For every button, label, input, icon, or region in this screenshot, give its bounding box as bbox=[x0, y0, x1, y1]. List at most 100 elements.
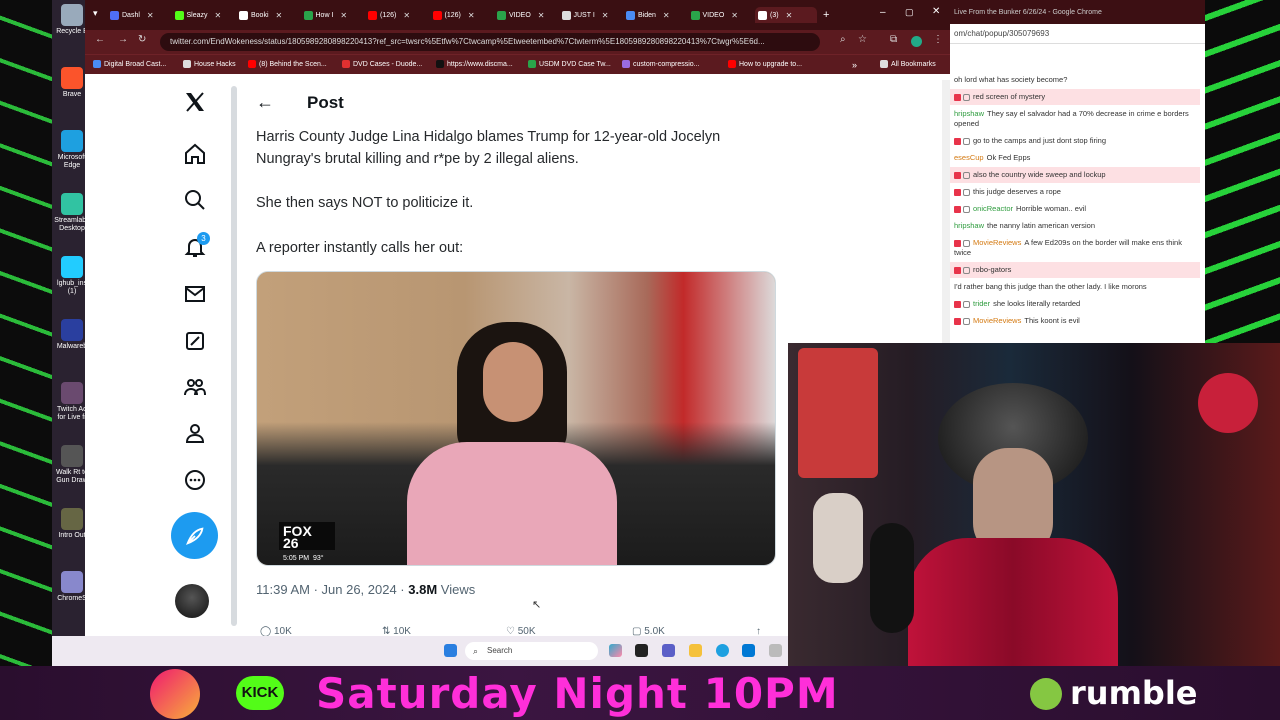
sidebar-divider bbox=[231, 86, 237, 626]
new-tab-button[interactable]: + bbox=[823, 7, 829, 23]
copilot-icon[interactable] bbox=[609, 644, 622, 657]
close-tab-icon[interactable]: ✕ bbox=[403, 11, 410, 20]
kick-logo: KICK bbox=[236, 676, 284, 710]
tab-menu-icon[interactable]: ▾ bbox=[93, 8, 98, 19]
post-timestamp[interactable]: 11:39 AM · Jun 26, 2024 · bbox=[256, 582, 408, 597]
folder-icon bbox=[880, 60, 888, 68]
bookmark-item[interactable]: custom-compressio... bbox=[622, 60, 700, 68]
minimize-icon[interactable]: – bbox=[880, 7, 886, 18]
bookmark-star-icon[interactable]: ☆ bbox=[858, 34, 867, 45]
more-icon[interactable] bbox=[177, 462, 213, 498]
chat-username[interactable]: esesCup bbox=[954, 153, 984, 162]
account-avatar[interactable] bbox=[175, 584, 209, 618]
bookmark-favicon-icon bbox=[622, 60, 630, 68]
chat-message-text: This koont is evil bbox=[1024, 316, 1080, 325]
browser-tab[interactable]: JUST I ✕ bbox=[561, 7, 624, 23]
bookmark-label: DVD Cases - Duode... bbox=[353, 60, 423, 68]
chat-message: hripshaw They say el salvador had a 70% d… bbox=[950, 106, 1200, 132]
close-tab-icon[interactable]: ✕ bbox=[663, 11, 670, 20]
taskbar-search[interactable]: ⌕ Search bbox=[465, 642, 598, 660]
chat-username[interactable]: onicReactor bbox=[973, 204, 1013, 213]
extensions-icon[interactable]: ⧉ bbox=[890, 34, 897, 45]
grok-icon[interactable] bbox=[177, 323, 213, 359]
close-window-icon[interactable]: ✕ bbox=[932, 6, 940, 17]
close-tab-icon[interactable]: ✕ bbox=[538, 11, 545, 20]
fox26-logo: FOX 26 5:05 PM 93° bbox=[279, 522, 335, 562]
reload-icon[interactable]: ↻ bbox=[138, 34, 146, 45]
desktop-icon-label: Intro Out bbox=[58, 532, 86, 539]
start-icon[interactable] bbox=[444, 644, 457, 657]
bookmark-item[interactable]: House Hacks bbox=[183, 60, 236, 68]
close-tab-icon[interactable]: ✕ bbox=[731, 11, 738, 20]
profile-avatar[interactable] bbox=[911, 36, 922, 47]
x-logo-icon[interactable] bbox=[177, 84, 213, 120]
tab-label: (126) bbox=[380, 11, 397, 19]
browser-menu-icon[interactable]: ⋮ bbox=[933, 34, 943, 45]
tab-label: VIDEO bbox=[509, 11, 531, 19]
bookmark-item[interactable]: https://www.discma... bbox=[436, 60, 513, 68]
close-tab-icon[interactable]: ✕ bbox=[340, 11, 347, 20]
messages-icon[interactable] bbox=[177, 276, 213, 312]
browser-tab[interactable]: Biden ✕ bbox=[626, 7, 688, 23]
close-tab-icon[interactable]: ✕ bbox=[786, 11, 793, 20]
browser-tab[interactable]: VIDEO ✕ bbox=[690, 7, 753, 23]
chat-username[interactable]: hripshaw bbox=[954, 221, 984, 230]
communities-icon[interactable] bbox=[177, 369, 213, 405]
app-icon[interactable] bbox=[769, 644, 782, 657]
browser-tab[interactable]: (126) ✕ bbox=[368, 7, 430, 23]
chat-message-text: robo-gators bbox=[973, 265, 1012, 274]
zoom-icon[interactable]: ⌕ bbox=[840, 34, 846, 45]
browser-tab[interactable]: Booki ✕ bbox=[239, 7, 301, 23]
all-bookmarks-label: All Bookmarks bbox=[891, 60, 936, 68]
profile-icon[interactable] bbox=[177, 415, 213, 451]
chat-username[interactable]: hripshaw bbox=[954, 109, 984, 118]
post-paragraph: Harris County Judge Lina Hidalgo blames … bbox=[256, 129, 721, 167]
edge-icon[interactable] bbox=[716, 644, 729, 657]
forward-icon[interactable]: → bbox=[118, 34, 128, 45]
browser-tab[interactable]: (3) ✕ bbox=[755, 7, 817, 23]
bookmark-item[interactable]: USDM DVD Case Tw... bbox=[528, 60, 611, 68]
search-icon[interactable] bbox=[177, 182, 213, 218]
browser-tab[interactable]: VIDEO ✕ bbox=[497, 7, 559, 23]
store-icon[interactable] bbox=[742, 644, 755, 657]
browser-tab[interactable]: Sleazy ✕ bbox=[174, 7, 237, 23]
tab-label: Biden bbox=[638, 11, 656, 19]
file-explorer-icon[interactable] bbox=[689, 644, 702, 657]
bookmark-item[interactable]: (8) Behind the Scen... bbox=[248, 60, 327, 68]
home-icon[interactable] bbox=[177, 136, 213, 172]
desktop-icon-label: Brave bbox=[62, 91, 82, 98]
back-arrow-icon[interactable]: ← bbox=[256, 92, 274, 113]
bookmark-item[interactable]: DVD Cases - Duode... bbox=[342, 60, 422, 68]
url-field[interactable]: twitter.com/EndWokeness/status/180598928… bbox=[160, 33, 820, 51]
teams-icon[interactable] bbox=[662, 644, 675, 657]
video-time: 5:05 PM bbox=[283, 555, 310, 562]
chat-username[interactable]: MovieReviews bbox=[973, 316, 1021, 325]
browser-tab[interactable]: How I ✕ bbox=[303, 7, 366, 23]
all-bookmarks[interactable]: All Bookmarks bbox=[880, 60, 936, 68]
compose-post-button[interactable] bbox=[171, 512, 218, 559]
close-tab-icon[interactable]: ✕ bbox=[468, 11, 475, 20]
close-tab-icon[interactable]: ✕ bbox=[215, 11, 222, 20]
close-tab-icon[interactable]: ✕ bbox=[276, 11, 283, 20]
chat-message-text: Ok Fed Epps bbox=[986, 153, 1031, 162]
close-tab-icon[interactable]: ✕ bbox=[602, 11, 609, 20]
chat-message: I'd rather bang this judge than the othe… bbox=[950, 279, 1200, 295]
bookmark-item[interactable]: How to upgrade to... bbox=[728, 60, 802, 68]
tab-favicon-icon bbox=[497, 10, 506, 20]
browser-tab[interactable]: Dashl ✕ bbox=[110, 7, 172, 23]
badge-icon bbox=[954, 205, 961, 213]
chat-username[interactable]: trider bbox=[973, 299, 990, 308]
tab-favicon-icon bbox=[110, 10, 119, 20]
browser-tab[interactable]: (126) ✕ bbox=[432, 7, 495, 23]
back-icon[interactable]: ← bbox=[95, 34, 105, 45]
bookmark-item[interactable]: Digital Broad Cast... bbox=[93, 60, 166, 68]
chat-username[interactable]: MovieReviews bbox=[973, 238, 1021, 247]
more-bookmarks-icon[interactable]: » bbox=[852, 60, 857, 70]
chat-message-text: this judge deserves a rope bbox=[973, 187, 1061, 196]
views-count: 3.8M bbox=[408, 582, 438, 597]
task-view-icon[interactable] bbox=[635, 644, 648, 657]
post-video[interactable]: FOX 26 5:05 PM 93° bbox=[256, 271, 776, 566]
maximize-icon[interactable]: ▢ bbox=[905, 7, 914, 18]
x-sidebar: 3 bbox=[85, 74, 235, 636]
close-tab-icon[interactable]: ✕ bbox=[147, 11, 154, 20]
